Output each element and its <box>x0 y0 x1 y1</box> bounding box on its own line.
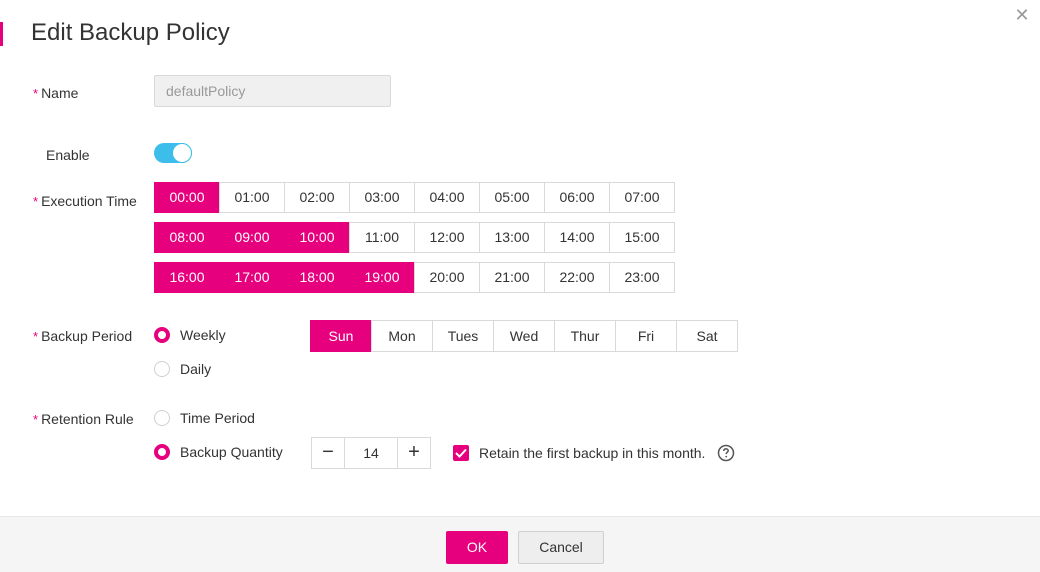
radio-dot <box>154 444 170 460</box>
radio-weekly-label: Weekly <box>180 327 226 343</box>
ok-button[interactable]: OK <box>446 531 508 564</box>
retention-rule-label: Retention Rule <box>41 411 134 427</box>
time-row: 00:00 01:00 02:00 03:00 04:00 05:00 06:00 07:00 <box>154 182 675 213</box>
increment-button[interactable]: + <box>397 438 430 468</box>
radio-dot <box>154 410 170 426</box>
name-label: Name <box>41 85 79 101</box>
dialog-title: Edit Backup Policy <box>31 19 230 46</box>
quantity-stepper: − 14 + <box>311 437 431 469</box>
radio-weekly[interactable]: Weekly <box>154 327 226 343</box>
name-input[interactable] <box>154 75 391 107</box>
time-slot[interactable]: 07:00 <box>609 182 675 213</box>
time-slot[interactable]: 08:00 <box>154 222 220 253</box>
backup-period-label-row: * Backup Period <box>33 327 132 346</box>
enable-toggle[interactable] <box>154 143 192 163</box>
time-slot[interactable]: 03:00 <box>349 182 415 213</box>
time-slot[interactable]: 06:00 <box>544 182 610 213</box>
time-slot[interactable]: 22:00 <box>544 262 610 293</box>
time-slot[interactable]: 00:00 <box>154 182 220 213</box>
time-slot[interactable]: 16:00 <box>154 262 220 293</box>
checkbox-checked-icon <box>453 445 469 461</box>
name-label-row: * Name <box>33 84 78 103</box>
quantity-value[interactable]: 14 <box>345 438 397 468</box>
radio-backup-quantity-label: Backup Quantity <box>180 444 283 460</box>
time-row: 08:00 09:00 10:00 11:00 12:00 13:00 14:00 15:00 <box>154 222 675 253</box>
execution-time-label: Execution Time <box>41 193 137 209</box>
time-slot[interactable]: 17:00 <box>219 262 285 293</box>
required-mark: * <box>33 194 39 209</box>
enable-label: Enable <box>46 147 90 163</box>
day-tues[interactable]: Tues <box>432 320 494 352</box>
day-sat[interactable]: Sat <box>676 320 738 352</box>
retention-rule-label-row: * Retention Rule <box>33 410 134 429</box>
close-icon[interactable]: ✕ <box>1013 6 1031 24</box>
weekday-selector: Sun Mon Tues Wed Thur Fri Sat <box>310 320 738 352</box>
required-mark: * <box>33 329 39 344</box>
time-row: 16:00 17:00 18:00 19:00 20:00 21:00 22:00 23:00 <box>154 262 675 293</box>
time-slot[interactable]: 10:00 <box>284 222 350 253</box>
required-mark: * <box>33 412 39 427</box>
time-slot[interactable]: 19:00 <box>349 262 415 293</box>
retain-first-backup-checkbox[interactable]: Retain the first backup in this month. <box>453 445 705 461</box>
day-mon[interactable]: Mon <box>371 320 433 352</box>
toggle-knob <box>172 143 192 163</box>
time-slot[interactable]: 09:00 <box>219 222 285 253</box>
time-slot[interactable]: 18:00 <box>284 262 350 293</box>
time-slot[interactable]: 05:00 <box>479 182 545 213</box>
radio-dot <box>154 361 170 377</box>
time-slot[interactable]: 20:00 <box>414 262 480 293</box>
decrement-button[interactable]: − <box>312 438 345 468</box>
title-accent-bar <box>0 22 3 46</box>
time-slot[interactable]: 15:00 <box>609 222 675 253</box>
dialog-footer: OK Cancel <box>0 516 1040 572</box>
time-slot[interactable]: 01:00 <box>219 182 285 213</box>
execution-time-label-row: * Execution Time <box>33 192 137 211</box>
time-slot[interactable]: 14:00 <box>544 222 610 253</box>
edit-backup-policy-dialog: Edit Backup Policy ✕ *Name Enable *Execu… <box>0 0 1040 572</box>
help-circle-icon[interactable] <box>717 444 735 462</box>
day-thur[interactable]: Thur <box>554 320 616 352</box>
day-fri[interactable]: Fri <box>615 320 677 352</box>
radio-daily[interactable]: Daily <box>154 361 211 377</box>
radio-time-period-label: Time Period <box>180 410 255 426</box>
time-slot[interactable]: 02:00 <box>284 182 350 213</box>
time-slot[interactable]: 12:00 <box>414 222 480 253</box>
radio-dot <box>154 327 170 343</box>
day-sun[interactable]: Sun <box>310 320 372 352</box>
time-slot[interactable]: 13:00 <box>479 222 545 253</box>
time-slot[interactable]: 21:00 <box>479 262 545 293</box>
retain-first-backup-label: Retain the first backup in this month. <box>479 445 706 461</box>
day-wed[interactable]: Wed <box>493 320 555 352</box>
radio-backup-quantity[interactable]: Backup Quantity <box>154 444 283 460</box>
required-mark: * <box>33 86 39 101</box>
backup-period-label: Backup Period <box>41 328 133 344</box>
radio-daily-label: Daily <box>180 361 212 377</box>
radio-time-period[interactable]: Time Period <box>154 410 255 426</box>
time-slot[interactable]: 23:00 <box>609 262 675 293</box>
time-slot[interactable]: 04:00 <box>414 182 480 213</box>
time-slot[interactable]: 11:00 <box>349 222 415 253</box>
cancel-button[interactable]: Cancel <box>518 531 604 564</box>
